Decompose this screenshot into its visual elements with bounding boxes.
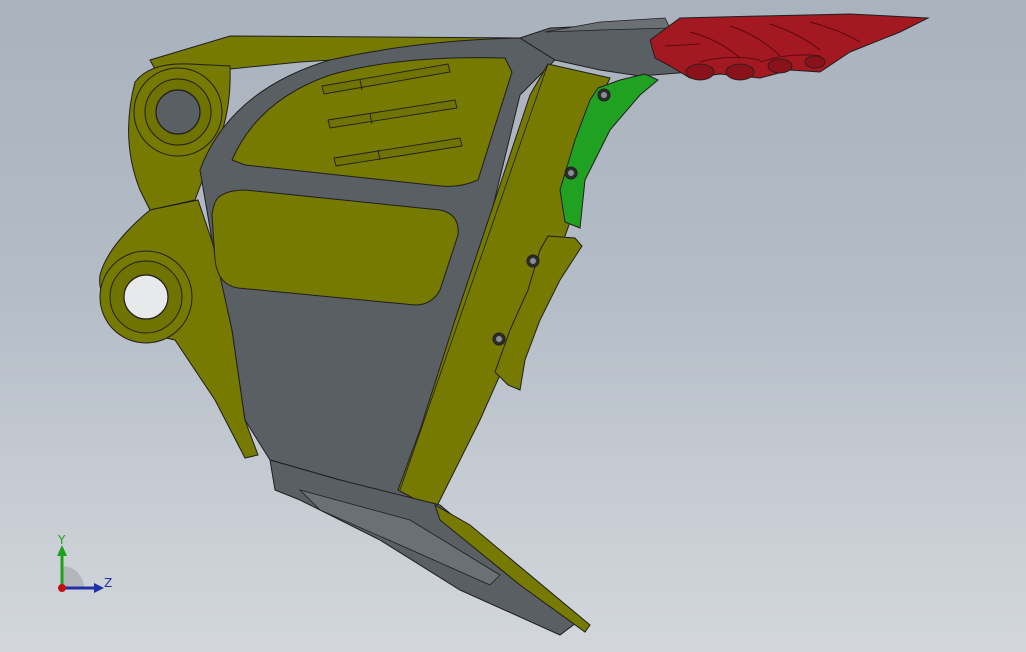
3d-viewport[interactable]: Y Z <box>0 0 1026 652</box>
lower-plate-bolt-1-head <box>530 258 536 264</box>
y-axis-label: Y <box>57 533 66 547</box>
z-axis-label: Z <box>104 576 112 590</box>
triad-origin <box>58 584 66 592</box>
z-axis-arrow <box>94 583 104 593</box>
wear-plate-bolt-2-head <box>568 170 574 176</box>
wear-plate-bolt-1-head <box>601 92 607 98</box>
lower-plate-bolt-2-head <box>496 336 502 342</box>
coordinate-triad: Y Z <box>57 533 112 593</box>
lower-pin-hole <box>123 274 169 320</box>
upper-pin-hole <box>155 89 201 135</box>
triad-quadrant <box>62 566 84 588</box>
model-canvas[interactable]: Y Z <box>0 0 1026 652</box>
bucket-teeth[interactable] <box>649 13 930 81</box>
